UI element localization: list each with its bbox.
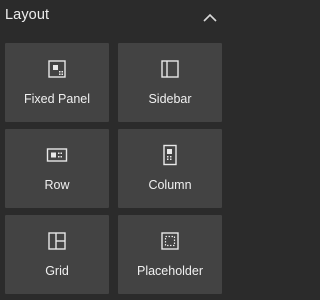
tile-label: Column: [148, 178, 192, 192]
tile-label: Fixed Panel: [23, 92, 90, 106]
panel-title: Layout: [5, 7, 50, 23]
tile-label: Grid: [45, 264, 69, 278]
tile-fixed-panel[interactable]: Fixed Panel: [5, 43, 109, 122]
tile-label: Row: [44, 178, 70, 192]
tile-column[interactable]: Column: [118, 129, 222, 208]
layout-panel: Layout Fixed Panel Sidebar Row Column Gr…: [0, 0, 226, 300]
tile-grid[interactable]: Grid: [5, 215, 109, 294]
row-icon: [5, 145, 109, 165]
tile-label: Placeholder: [136, 264, 203, 278]
grid-icon: [5, 231, 109, 251]
tile-label: Sidebar: [148, 92, 192, 106]
sidebar-icon: [118, 59, 222, 79]
column-icon: [118, 144, 222, 166]
tile-row[interactable]: Row: [5, 129, 109, 208]
panel-header: Layout: [0, 0, 226, 36]
layout-widget-grid: Fixed Panel Sidebar Row Column Grid Plac…: [5, 43, 222, 294]
placeholder-icon: [118, 231, 222, 251]
tile-placeholder[interactable]: Placeholder: [118, 215, 222, 294]
tile-sidebar[interactable]: Sidebar: [118, 43, 222, 122]
chevron-up-icon[interactable]: [202, 12, 218, 24]
fixed-panel-icon: [5, 59, 109, 79]
